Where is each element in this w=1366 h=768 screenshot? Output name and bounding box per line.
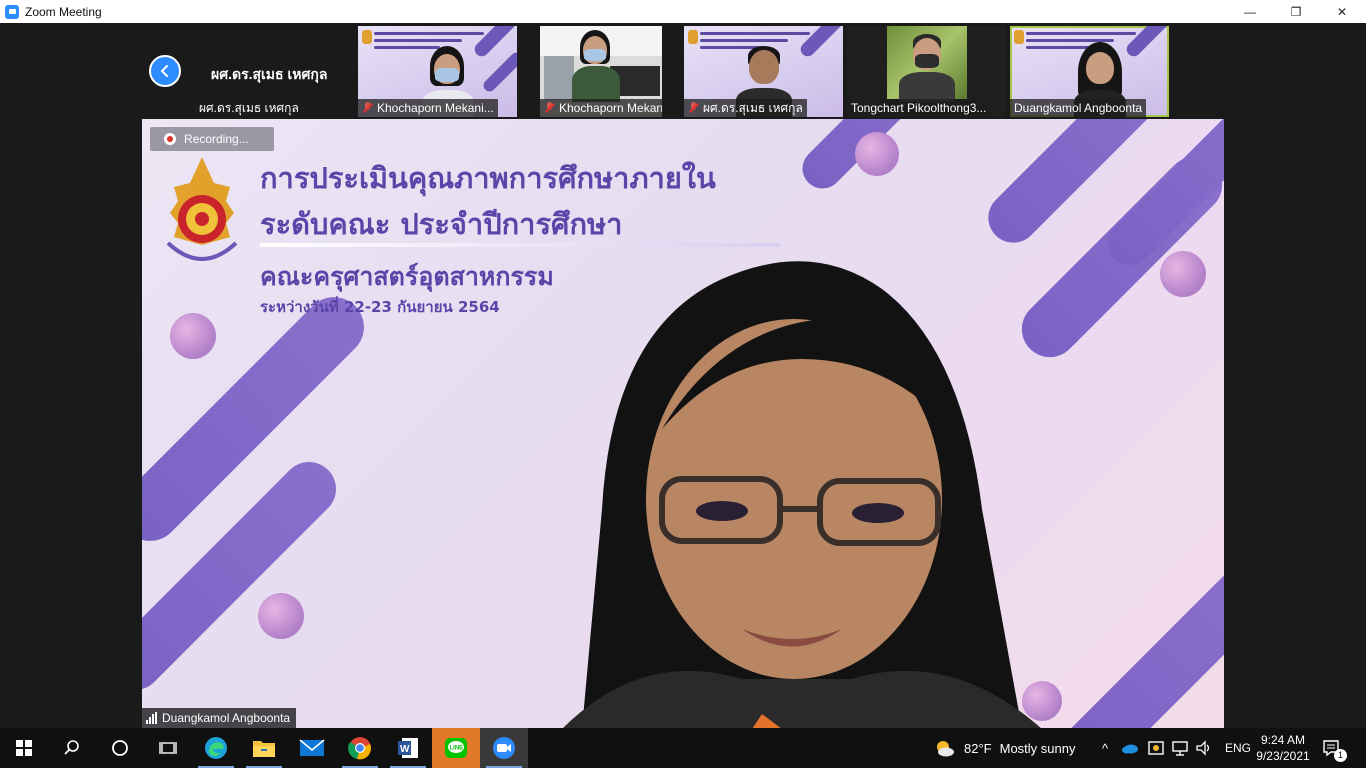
close-button[interactable]: ✕ (1319, 0, 1365, 23)
line-icon: LINE (445, 738, 467, 758)
participant-name-tag: Khochaporn Mekani... (358, 99, 498, 117)
edge-icon (205, 737, 227, 759)
participant-tile-active-speaker[interactable]: Duangkamol Angboonta (1010, 26, 1169, 117)
participant-name-tag: Tongchart Pikoolthong3... (847, 99, 991, 117)
clock-time: 9:24 AM (1260, 733, 1306, 747)
minimize-button[interactable]: — (1227, 0, 1273, 23)
active-speaker-video: การประเมินคุณภาพการศึกษาภายใน ระดับคณะ ป… (142, 119, 1224, 728)
mic-muted-icon (362, 102, 373, 114)
slide-faculty: คณะครุศาสตร์อุตสาหกรรม (260, 262, 554, 291)
weather-temp: 82°F (964, 740, 992, 756)
weather-condition: Mostly sunny (999, 740, 1076, 756)
search-icon (64, 740, 79, 755)
minimize-icon: — (1244, 4, 1256, 19)
action-center-button[interactable]: 1 (1322, 728, 1352, 768)
window-title: Zoom Meeting (25, 4, 102, 19)
participant-video-person (566, 30, 626, 102)
university-logo (1014, 30, 1024, 44)
search-button[interactable] (48, 728, 96, 768)
university-logo (362, 30, 372, 44)
taskbar-zoom[interactable] (480, 728, 528, 768)
participant-display-name: ผศ.ดร.สุเมธ เหศกุล (211, 66, 328, 82)
slide-date: ระหว่างวันที่ 22-23 กันยายน 2564 (260, 298, 500, 316)
taskbar-word[interactable]: W (384, 728, 432, 768)
task-view-icon (159, 742, 177, 754)
signal-strength-icon (146, 712, 157, 724)
word-icon: W (398, 738, 418, 758)
speaker-name-tag: Duangkamol Angboonta (142, 708, 297, 728)
zoom-icon (493, 737, 515, 759)
participant-tile[interactable]: Khochaporn Mekani... (358, 26, 517, 117)
university-logo (166, 157, 238, 261)
security-icon[interactable] (1147, 740, 1165, 756)
taskbar-file-explorer[interactable] (240, 728, 288, 768)
network-icon[interactable] (1171, 740, 1189, 756)
participant-name-tag: Khochaporn Mekani... (540, 99, 662, 117)
speaker-person (563, 261, 1041, 728)
participant-name-tag: ผศ.ดร.สุเมธ เหศกุล (195, 99, 303, 117)
zoom-app-icon (5, 4, 19, 19)
mic-muted-icon (544, 102, 555, 114)
participant-video-person (897, 32, 957, 102)
taskbar-line[interactable]: LINE (432, 728, 480, 768)
participant-name-tag: ผศ.ดร.สุเมธ เหศกุล (684, 99, 807, 117)
meeting-stage: ผศ.ดร.สุเมธ เหศกุล ผศ.ดร.สุเมธ เหศกุล Kh… (0, 23, 1366, 728)
window-titlebar: Zoom Meeting — ❐ ✕ (0, 0, 1366, 23)
mic-muted-icon (688, 102, 699, 114)
speaker-name: Duangkamol Angboonta (162, 711, 291, 725)
file-explorer-icon (253, 741, 275, 757)
participant-tile[interactable]: Khochaporn Mekani... (540, 26, 662, 117)
restore-icon: ❐ (1290, 4, 1302, 19)
participant-tile[interactable]: ผศ.ดร.สุเมธ เหศกุล (684, 26, 843, 117)
svg-text:W: W (400, 744, 410, 755)
recording-label: Recording... (184, 132, 249, 146)
taskbar-chrome[interactable] (336, 728, 384, 768)
cortana-button[interactable] (96, 728, 144, 768)
slide-title-line1: การประเมินคุณภาพการศึกษาภายใน (260, 161, 716, 195)
partly-sunny-icon (937, 741, 954, 757)
university-logo (688, 30, 698, 44)
restore-button[interactable]: ❐ (1273, 0, 1319, 23)
taskbar-mail[interactable] (288, 728, 336, 768)
cortana-icon (112, 740, 128, 756)
notification-badge: 1 (1334, 749, 1347, 762)
record-icon (164, 133, 176, 145)
gallery-prev-button[interactable] (149, 55, 181, 87)
close-icon: ✕ (1336, 4, 1348, 19)
taskbar-edge[interactable] (192, 728, 240, 768)
chevron-left-icon (160, 65, 168, 77)
recording-indicator[interactable]: Recording... (150, 127, 274, 151)
volume-icon[interactable] (1195, 740, 1213, 756)
start-button[interactable] (0, 728, 48, 768)
weather-widget[interactable]: 82°F Mostly sunny (933, 728, 1075, 768)
windows-taskbar: W LINE 82°F Mostly sunny ^ ENG 9:24 AM 9… (0, 728, 1366, 768)
participant-tile-sumet[interactable]: ผศ.ดร.สุเมธ เหศกุล ผศ.ดร.สุเมธ เหศกุล (195, 26, 354, 117)
clock-date: 9/23/2021 (1256, 749, 1310, 763)
show-hidden-icons-chevron-icon[interactable]: ^ (1097, 741, 1113, 756)
participant-name-tag: Duangkamol Angboonta (1010, 99, 1147, 117)
chrome-icon (348, 737, 371, 760)
system-tray: ^ ENG (1097, 728, 1251, 768)
onedrive-icon[interactable] (1121, 742, 1139, 754)
task-view-button[interactable] (144, 728, 192, 768)
svg-text:LINE: LINE (450, 746, 464, 752)
windows-logo-icon (16, 740, 32, 756)
mail-icon (299, 739, 325, 756)
taskbar-clock[interactable]: 9:24 AM 9/23/2021 (1248, 732, 1318, 764)
participant-tile[interactable]: Tongchart Pikoolthong3... (847, 26, 1006, 117)
